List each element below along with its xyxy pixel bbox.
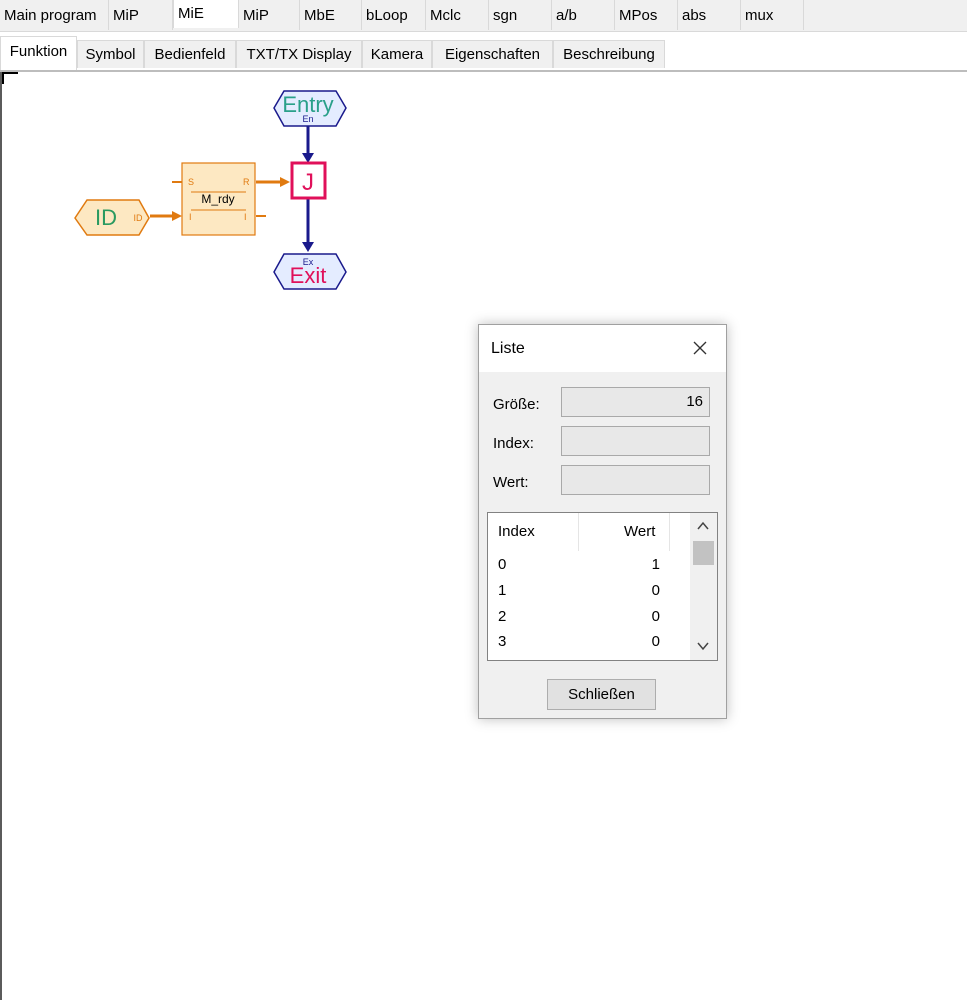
scrollbar-thumb[interactable] — [693, 541, 714, 565]
list-item-index: 1 — [498, 582, 507, 599]
tab-mpos[interactable]: MPos — [615, 0, 678, 30]
list-header-separator — [578, 513, 579, 551]
tab-symbol[interactable]: Symbol — [77, 40, 144, 68]
list-header-separator — [669, 513, 670, 551]
tab-abs[interactable]: abs — [678, 0, 741, 30]
program-tab-bar: Main program MiP MiE MiP MbE bLoop Mclc … — [0, 0, 967, 32]
flipflop-port-i-right: I — [244, 212, 247, 222]
tab-mip-2[interactable]: MiP — [239, 0, 300, 30]
list-scrollbar[interactable] — [690, 513, 717, 660]
tab-mie[interactable]: MiE — [173, 0, 239, 28]
data-arrow-r — [280, 177, 290, 187]
tab-sgn[interactable]: sgn — [489, 0, 552, 30]
chevron-up-icon[interactable] — [696, 519, 710, 533]
index-label: Index: — [493, 435, 534, 452]
id-input-label: ID — [95, 205, 117, 230]
tab-mbe[interactable]: MbE — [300, 0, 362, 30]
tab-kamera[interactable]: Kamera — [362, 40, 432, 68]
list-item-index: 3 — [498, 633, 507, 650]
jump-label: J — [302, 169, 314, 196]
value-field[interactable] — [561, 465, 710, 495]
list-item-index: 0 — [498, 556, 507, 573]
tab-mux[interactable]: mux — [741, 0, 804, 30]
jump-block[interactable]: J — [290, 161, 327, 200]
tab-main-program[interactable]: Main program — [0, 0, 109, 30]
values-list[interactable]: Index Wert 0 1 1 0 2 0 3 0 — [487, 512, 718, 661]
value-label: Wert: — [493, 474, 529, 491]
list-item[interactable]: 3 0 — [488, 633, 688, 658]
list-header-index[interactable]: Index — [498, 523, 535, 540]
tab-txt-display[interactable]: TXT/TX Display — [236, 40, 362, 68]
id-input-port-label: ID — [134, 213, 144, 223]
view-tab-bar: Funktion Symbol Bedienfeld TXT/TX Displa… — [0, 36, 967, 72]
exit-block[interactable]: Ex Exit — [273, 253, 347, 290]
dialog-titlebar[interactable]: Liste — [479, 325, 726, 372]
id-input-block[interactable]: ID ID — [74, 199, 150, 236]
list-dialog: Liste Größe: 16 Index: Wert: Index Wert … — [478, 324, 727, 719]
flow-arrow-exit — [302, 242, 314, 252]
chevron-down-icon[interactable] — [696, 639, 710, 653]
list-header-value[interactable]: Wert — [624, 523, 655, 540]
dialog-title: Liste — [491, 340, 525, 357]
index-field[interactable] — [561, 426, 710, 456]
size-label: Größe: — [493, 396, 540, 413]
list-item[interactable]: 0 1 — [488, 556, 688, 581]
flipflop-label: M_rdy — [201, 192, 234, 206]
tab-mip-1[interactable]: MiP — [109, 0, 173, 30]
entry-block[interactable]: Entry En — [273, 90, 347, 127]
tab-mclc[interactable]: Mclc — [426, 0, 489, 30]
list-item-value: 0 — [651, 633, 660, 650]
flipflop-port-i-left: I — [189, 212, 192, 222]
flipflop-port-s: S — [188, 177, 194, 187]
list-item[interactable]: 2 0 — [488, 608, 688, 633]
tab-bedienfeld[interactable]: Bedienfeld — [144, 40, 236, 68]
tab-eigenschaften[interactable]: Eigenschaften — [432, 40, 553, 68]
list-item-index: 2 — [498, 608, 507, 625]
list-item-value: 0 — [651, 608, 660, 625]
list-item-value: 0 — [651, 582, 660, 599]
flipflop-port-r: R — [243, 177, 250, 187]
flipflop-block-m-rdy[interactable]: S R I I M_rdy — [181, 162, 256, 236]
close-button[interactable]: Schließen — [547, 679, 656, 710]
list-item-value: 1 — [651, 556, 660, 573]
entry-port-label: En — [302, 114, 313, 124]
size-field: 16 — [561, 387, 710, 417]
tab-a-b[interactable]: a/b — [552, 0, 615, 30]
exit-label: Exit — [290, 263, 327, 288]
close-icon[interactable] — [689, 337, 711, 359]
list-item[interactable]: 1 0 — [488, 582, 688, 607]
data-arrow-id — [172, 211, 182, 221]
tab-beschreibung[interactable]: Beschreibung — [553, 40, 665, 68]
tab-bloop[interactable]: bLoop — [362, 0, 426, 30]
tab-funktion[interactable]: Funktion — [0, 36, 77, 70]
